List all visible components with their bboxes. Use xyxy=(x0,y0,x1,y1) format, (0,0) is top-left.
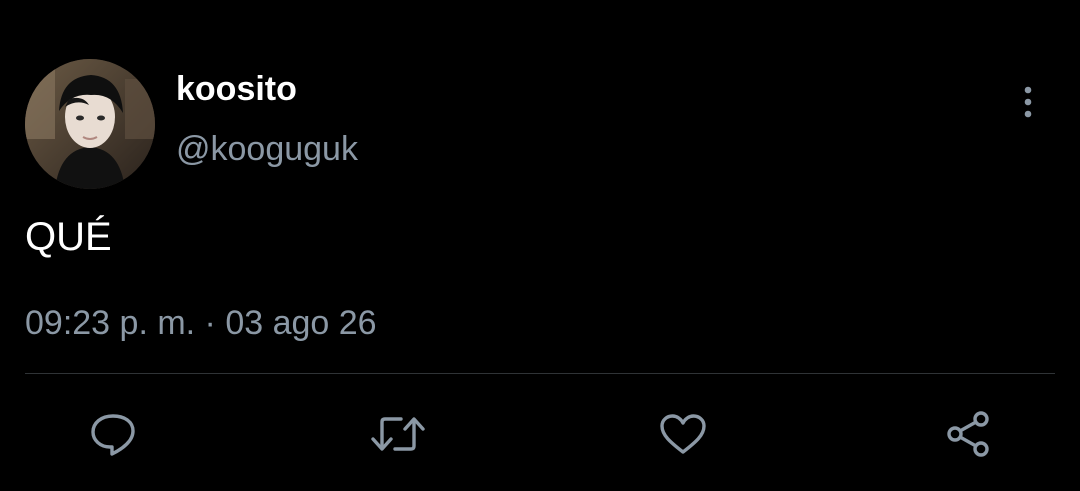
share-icon xyxy=(947,411,989,457)
more-vertical-icon xyxy=(1024,86,1032,118)
profile-photo-icon xyxy=(25,59,155,189)
like-button[interactable] xyxy=(655,408,711,460)
retweet-button[interactable] xyxy=(370,408,426,460)
divider xyxy=(25,373,1055,374)
avatar[interactable] xyxy=(25,59,155,189)
tweet-timestamp[interactable]: 09:23 p. m. · 03 ago 26 xyxy=(25,304,377,343)
heart-icon xyxy=(660,414,706,454)
tweet-text: QUÉ xyxy=(25,215,112,259)
display-name[interactable]: koosito xyxy=(176,70,297,109)
retweet-icon xyxy=(371,417,425,451)
share-button[interactable] xyxy=(940,408,996,460)
reply-button[interactable] xyxy=(85,408,141,460)
user-handle[interactable]: @kooguguk xyxy=(176,130,358,169)
comment-icon xyxy=(91,414,135,456)
more-options-button[interactable] xyxy=(1008,80,1048,124)
